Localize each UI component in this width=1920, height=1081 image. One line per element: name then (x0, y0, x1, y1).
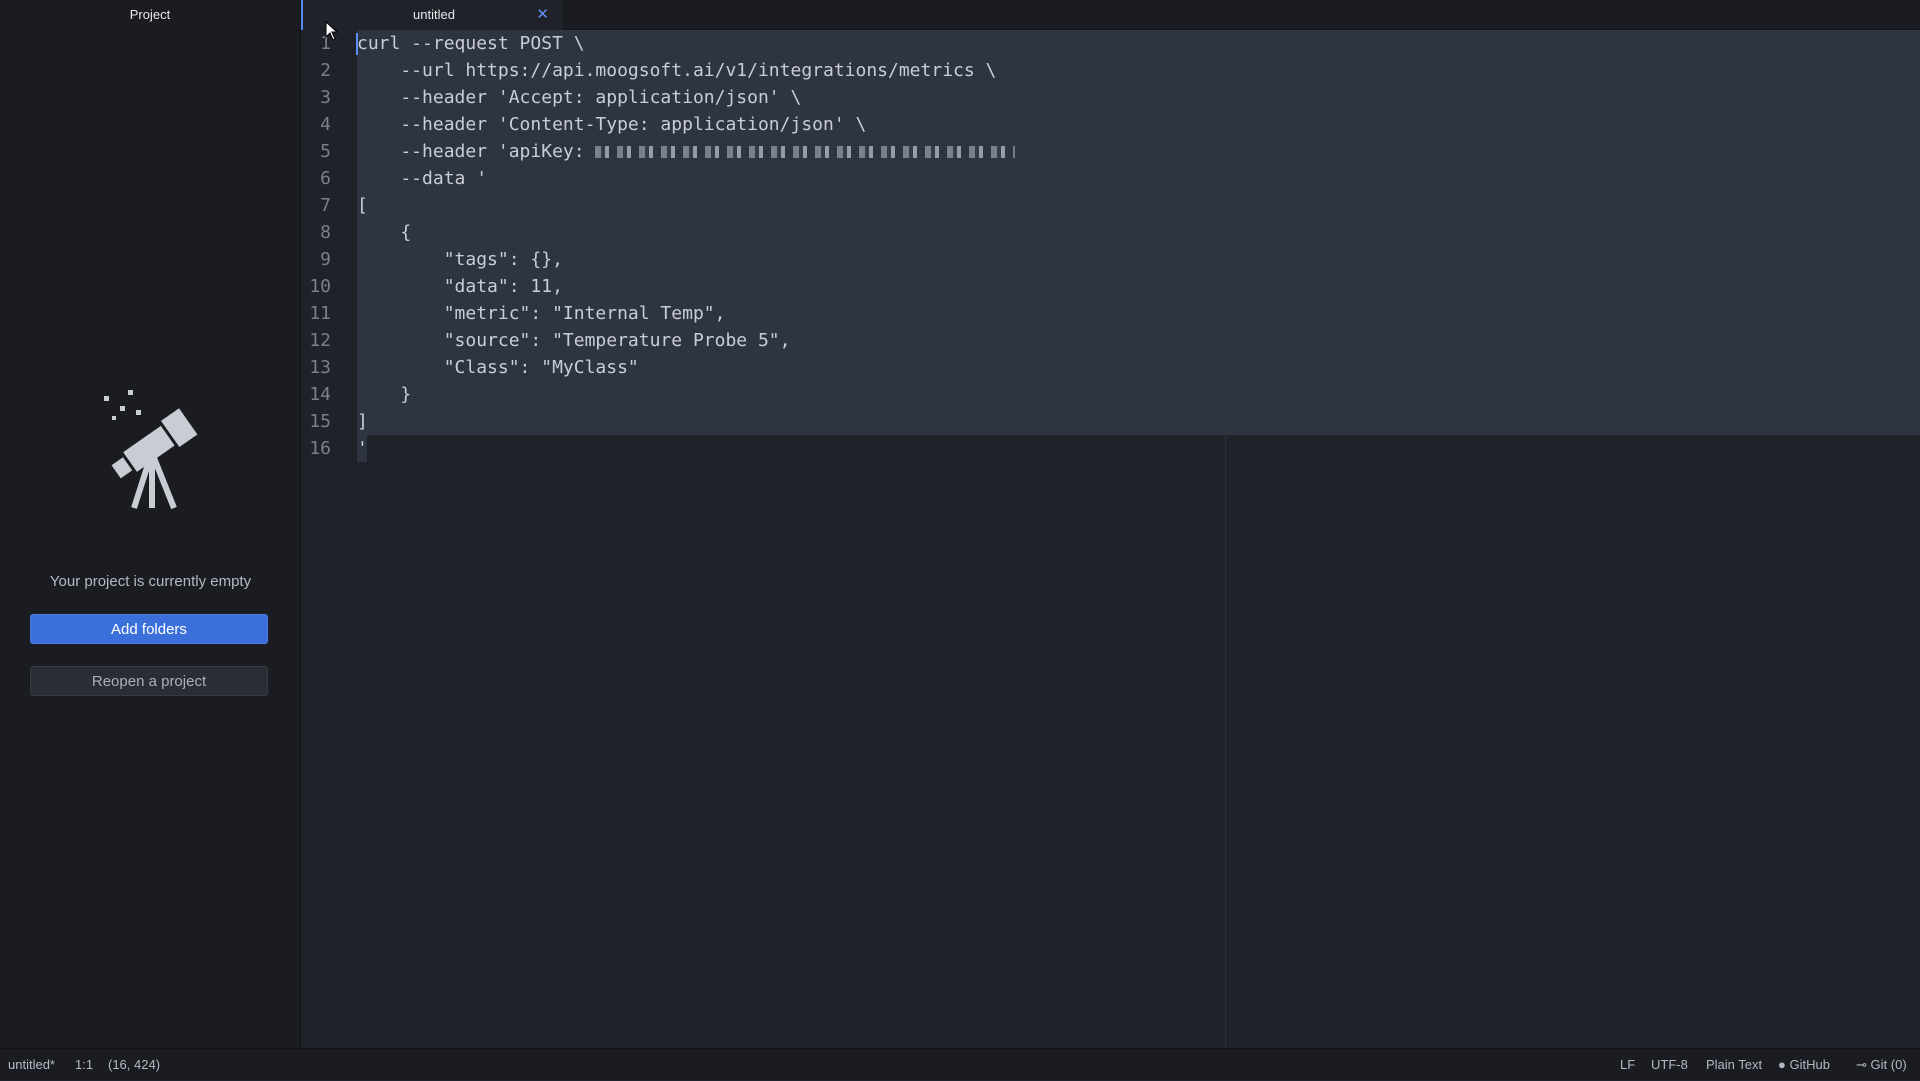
project-panel-title: Project (129, 7, 171, 22)
line-number: 6 (320, 168, 331, 189)
line-number: 5 (320, 141, 331, 162)
close-icon[interactable]: ✕ (536, 0, 549, 30)
git-button[interactable]: ⊸ Git (0) (1856, 1049, 1907, 1081)
code-line: "Class": "MyClass" (357, 357, 639, 378)
line-number: 14 (309, 384, 331, 405)
line-number: 8 (320, 222, 331, 243)
code-line: --header 'Accept: application/json' \ (357, 87, 802, 108)
empty-project-message: Your project is currently empty (49, 573, 252, 590)
status-cursor-position[interactable]: 1:1 (75, 1049, 93, 1081)
code-line: ' (357, 438, 368, 459)
code-line-apikey: --header 'apiKey: (357, 138, 1016, 165)
line-number: 3 (320, 87, 331, 108)
github-icon: ● (1778, 1057, 1786, 1072)
mouse-pointer-icon (325, 21, 339, 41)
line-number: 16 (309, 438, 331, 459)
github-label: GitHub (1789, 1057, 1830, 1072)
line-number: 4 (320, 114, 331, 135)
status-selection-count[interactable]: (16, 424) (108, 1049, 160, 1081)
code-line: } (357, 384, 412, 405)
code-line: --header 'Content-Type: application/json… (357, 114, 867, 135)
line-number: 13 (309, 357, 331, 378)
tab-untitled[interactable]: untitled ✕ (301, 0, 563, 30)
text-editor[interactable]: 1 2 3 4 5 6 7 8 9 10 11 12 13 14 15 16 c… (301, 30, 1920, 1048)
project-sidebar: Project Your project is currently empty … (0, 0, 301, 1048)
code-line: [ (357, 195, 368, 216)
line-number: 12 (309, 330, 331, 351)
status-grammar[interactable]: Plain Text (1706, 1049, 1762, 1081)
code-line: "source": "Temperature Probe 5", (357, 330, 791, 351)
line-number: 7 (320, 195, 331, 216)
reopen-project-button[interactable]: Reopen a project (30, 666, 268, 696)
line-number: 2 (320, 60, 331, 81)
status-bar: untitled* 1:1 (16, 424) LF UTF-8 Plain T… (0, 1048, 1920, 1080)
tab-bar: untitled ✕ (301, 0, 1920, 30)
telescope-icon (104, 390, 198, 510)
code-line: --url https://api.moogsoft.ai/v1/integra… (357, 60, 997, 81)
status-line-ending[interactable]: LF (1620, 1049, 1635, 1081)
wrap-guide (1225, 30, 1226, 1048)
code-line: "data": 11, (357, 276, 563, 297)
git-label: Git (0) (1870, 1057, 1907, 1072)
add-folders-button[interactable]: Add folders (30, 614, 268, 644)
git-commit-icon: ⊸ (1856, 1057, 1867, 1072)
tab-title: untitled (413, 7, 455, 22)
line-number: 9 (320, 249, 331, 270)
github-button[interactable]: ● GitHub (1778, 1049, 1830, 1081)
line-number-gutter[interactable]: 1 2 3 4 5 6 7 8 9 10 11 12 13 14 15 16 (301, 30, 357, 1048)
redacted-api-key (595, 146, 1016, 158)
code-line: "tags": {}, (357, 249, 563, 270)
code-line: --data ' (357, 168, 488, 189)
line-number: 10 (309, 276, 331, 297)
status-file-name[interactable]: untitled* (8, 1049, 55, 1081)
code-line: ] (357, 411, 368, 432)
code-line: { (357, 222, 412, 243)
atom-editor-window: Project Your project is currently empty … (0, 0, 1920, 1080)
line-number: 11 (309, 303, 331, 324)
line-number: 15 (309, 411, 331, 432)
code-line: curl --request POST \ (357, 33, 585, 54)
code-line-text: --header 'apiKey: (357, 141, 596, 162)
status-encoding[interactable]: UTF-8 (1651, 1049, 1688, 1081)
code-line: "metric": "Internal Temp", (357, 303, 726, 324)
